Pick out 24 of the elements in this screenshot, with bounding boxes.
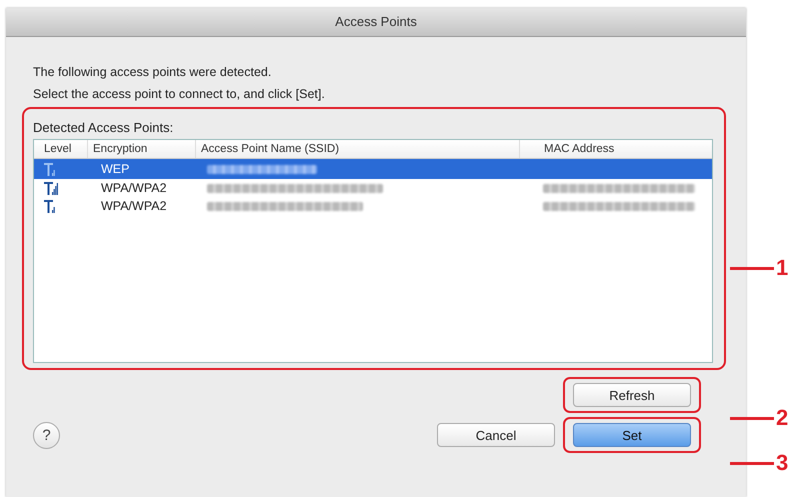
- callout-number: 2: [776, 407, 788, 429]
- cancel-button[interactable]: Cancel: [437, 423, 555, 447]
- instruction-text: The following access points were detected.: [33, 64, 272, 81]
- column-header[interactable]: Level: [34, 140, 87, 158]
- window-title: Access Points: [6, 8, 746, 37]
- encryption-cell-text: WPA/WPA2: [100, 198, 168, 215]
- callout-number: 3: [776, 452, 788, 474]
- callout-number: 1: [776, 257, 788, 279]
- column-header[interactable]: Access Point Name (SSID): [195, 140, 519, 158]
- column-header[interactable]: MAC Address: [519, 140, 709, 158]
- table-row[interactable]: WPA/WPA2: [34, 197, 712, 215]
- table-row[interactable]: WPA/WPA2: [34, 179, 712, 197]
- encryption-cell-text: WPA/WPA2: [100, 180, 168, 197]
- leader-line: [730, 416, 774, 420]
- leader-line: [730, 266, 774, 270]
- column-header[interactable]: Encryption: [87, 140, 195, 158]
- instruction-text: Select the access point to connect to, and click [Set].: [33, 86, 326, 103]
- refresh-button[interactable]: Refresh: [573, 383, 691, 407]
- encryption-cell-text: WEP: [100, 161, 130, 178]
- leader-line: [730, 462, 774, 464]
- list-label: Detected Access Points:: [33, 119, 174, 137]
- set-button[interactable]: Set: [573, 423, 691, 447]
- table-row[interactable]: WEP: [34, 159, 712, 179]
- help-button[interactable]: ?: [33, 422, 60, 448]
